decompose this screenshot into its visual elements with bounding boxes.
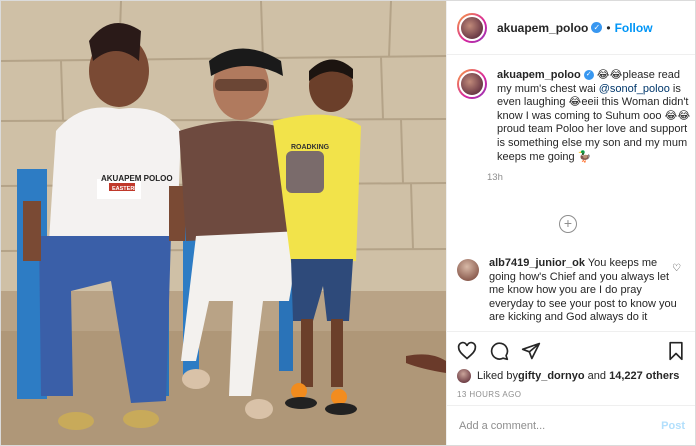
post-actions: Liked by gifty_dornyo and 14,227 others …	[447, 331, 695, 399]
likes-prefix: Liked by	[477, 370, 518, 382]
author-avatar[interactable]	[457, 12, 487, 43]
post-comment-button[interactable]: Post	[661, 420, 685, 432]
comment-like-heart-icon[interactable]: ♡	[672, 263, 681, 274]
comment-bubble-icon[interactable]	[489, 341, 509, 361]
liker-avatar[interactable]	[457, 369, 471, 383]
add-comment-input[interactable]	[457, 418, 662, 433]
post-photo[interactable]: AKUAPEM POLOO EASTERN ROADKING	[1, 1, 446, 445]
header-separator: •	[606, 20, 611, 35]
follow-button[interactable]: Follow	[615, 21, 653, 35]
share-paper-plane-icon[interactable]	[521, 341, 541, 361]
caption-avatar[interactable]	[457, 69, 487, 99]
instagram-post-window: AKUAPEM POLOO EASTERN ROADKING akuapem_p…	[0, 0, 696, 446]
commenter-avatar[interactable]	[457, 259, 479, 281]
post-timestamp: 13 HOURS AGO	[457, 390, 522, 399]
save-bookmark-icon[interactable]	[667, 341, 685, 361]
post-photo-illustration: AKUAPEM POLOO EASTERN ROADKING	[1, 1, 446, 445]
liker-username[interactable]: gifty_dornyo	[518, 370, 585, 382]
author-username[interactable]: akuapem_poloo	[497, 21, 588, 35]
caption-time: 13h	[487, 172, 503, 184]
add-comment-bar: Post	[447, 405, 695, 445]
verified-badge-icon: ✓	[591, 22, 603, 33]
caption-text: akuapem_poloo ✓ 😂😂please read my mum's ch…	[497, 69, 696, 164]
plus-circle-icon[interactable]: +	[559, 215, 577, 233]
commenter-username[interactable]: alb7419_junior_ok	[489, 257, 585, 269]
likes-count-link[interactable]: 14,227 others	[609, 370, 679, 382]
verified-badge-icon: ✓	[583, 70, 594, 81]
photo-boy-shirt-text: ROADKING	[291, 144, 330, 151]
caption-username[interactable]: akuapem_poloo	[497, 69, 581, 81]
post-caption: akuapem_poloo ✓ 😂😂please read my mum's ch…	[457, 69, 690, 183]
photo-shirt-text-1: AKUAPEM POLOO	[101, 174, 173, 183]
action-icons-row	[457, 340, 685, 362]
likes-middle: and	[584, 370, 610, 382]
photo-shirt-text-2: EASTERN	[112, 186, 138, 192]
comment-item: alb7419_junior_ok You keeps me going how…	[457, 257, 685, 329]
post-header: akuapem_poloo ✓ • Follow	[447, 1, 695, 55]
caption-mention-link[interactable]: @sonof_poloo	[599, 83, 670, 95]
likes-summary: Liked by gifty_dornyo and 14,227 others	[457, 369, 685, 383]
post-side-panel: akuapem_poloo ✓ • Follow akuapem_poloo ✓ …	[446, 1, 695, 445]
comment-text: alb7419_junior_ok You keeps me going how…	[489, 257, 677, 329]
like-heart-icon[interactable]	[457, 341, 477, 361]
